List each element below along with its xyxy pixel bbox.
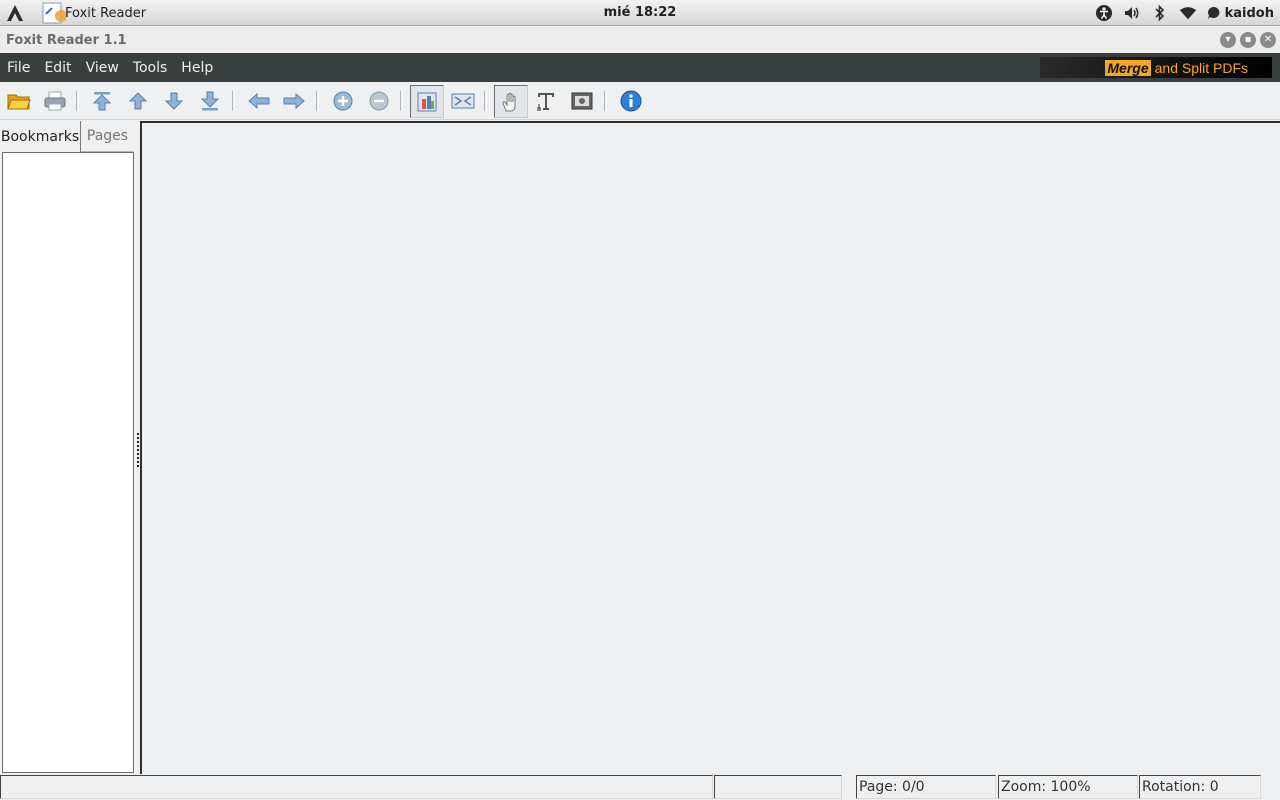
clock[interactable]: mié 18:22 <box>604 5 677 20</box>
chat-status-icon <box>1207 7 1220 19</box>
toolbar-separator <box>604 91 607 111</box>
panel-tabs: Bookmarks Pages <box>0 121 136 152</box>
app-name: Foxit Reader <box>65 5 147 21</box>
menu-bar: File Edit View Tools Help Merge and Spli… <box>0 53 1280 82</box>
toolbar-separator <box>400 91 403 111</box>
next-page-icon[interactable] <box>159 86 189 116</box>
user-name: kaidoh <box>1224 5 1274 21</box>
merge-split-ad-banner[interactable]: Merge and Split PDFs <box>1040 57 1272 78</box>
volume-icon[interactable] <box>1123 4 1141 22</box>
window-titlebar[interactable]: Foxit Reader 1.1 ▾ ▪ ✕ <box>0 27 1280 53</box>
menu-file[interactable]: File <box>0 53 37 82</box>
bluetooth-icon[interactable] <box>1151 4 1169 22</box>
status-page: Page: 0/0 <box>856 775 996 799</box>
wifi-icon[interactable] <box>1179 4 1197 22</box>
ad-text: and Split PDFs <box>1154 59 1248 76</box>
clock-container: mié 18:22 <box>0 5 1280 20</box>
last-page-icon[interactable] <box>195 86 225 116</box>
activities-icon[interactable] <box>4 3 26 23</box>
toolbar-separator <box>232 91 235 111</box>
status-bar: Page: 0/0 Zoom: 100% Rotation: 0 <box>0 774 1280 800</box>
fit-page-icon[interactable] <box>410 85 444 118</box>
previous-page-icon[interactable] <box>123 86 153 116</box>
status-rotation: Rotation: 0 <box>1139 775 1261 799</box>
app-menu[interactable]: Foxit Reader <box>42 2 146 24</box>
first-page-icon[interactable] <box>87 86 117 116</box>
back-icon[interactable] <box>244 86 274 116</box>
window-title: Foxit Reader 1.1 <box>6 33 127 48</box>
status-field <box>714 775 842 799</box>
open-icon[interactable] <box>4 86 34 116</box>
menu-items: File Edit View Tools Help <box>0 53 220 82</box>
foxit-app-icon <box>42 2 67 24</box>
status-message <box>0 775 713 799</box>
navigation-panel: Bookmarks Pages <box>0 121 136 774</box>
close-icon[interactable]: ✕ <box>1260 32 1276 48</box>
toolbar-separator <box>316 91 319 111</box>
zoom-out-icon[interactable] <box>364 86 394 116</box>
system-tray: kaidoh <box>1095 3 1274 23</box>
print-icon[interactable] <box>40 86 70 116</box>
top-panel: Foxit Reader mié 18:22 kaidoh <box>0 0 1280 26</box>
zoom-in-icon[interactable] <box>328 86 358 116</box>
hand-tool-icon[interactable] <box>494 85 528 118</box>
accessibility-icon[interactable] <box>1095 4 1113 22</box>
fit-width-icon[interactable] <box>448 86 478 116</box>
tab-pages[interactable]: Pages <box>81 121 134 152</box>
maximize-icon[interactable]: ▪ <box>1240 32 1256 48</box>
forward-icon[interactable] <box>279 86 309 116</box>
status-zoom: Zoom: 100% <box>998 775 1138 799</box>
tab-bookmarks[interactable]: Bookmarks <box>0 121 81 152</box>
user-menu[interactable]: kaidoh <box>1207 6 1274 21</box>
toolbar-separator <box>484 91 487 111</box>
window-controls: ▾ ▪ ✕ <box>1220 32 1276 48</box>
menu-edit[interactable]: Edit <box>37 53 78 82</box>
minimize-icon[interactable]: ▾ <box>1220 32 1236 48</box>
toolbar <box>0 82 1280 120</box>
text-select-icon[interactable] <box>531 86 561 116</box>
document-view[interactable] <box>140 121 1280 774</box>
menu-help[interactable]: Help <box>174 53 220 82</box>
snapshot-icon[interactable] <box>567 86 597 116</box>
bookmarks-list[interactable] <box>2 152 134 773</box>
ad-highlight: Merge <box>1105 59 1151 76</box>
menu-tools[interactable]: Tools <box>126 53 175 82</box>
toolbar-separator <box>76 91 79 111</box>
about-icon[interactable] <box>616 86 646 116</box>
menu-view[interactable]: View <box>79 53 126 82</box>
